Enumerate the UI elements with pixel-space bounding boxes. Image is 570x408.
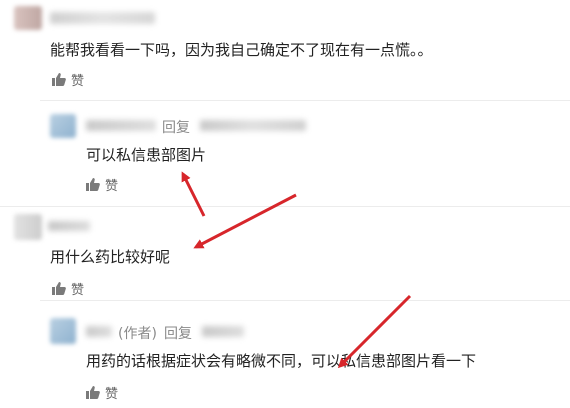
username-blurred[interactable]	[86, 120, 156, 131]
username-blurred[interactable]	[50, 12, 155, 24]
arrow-icon	[193, 193, 297, 249]
author-tag: (作者)	[118, 326, 157, 342]
comment-text: 能帮我看看一下吗，因为我自己确定不了现在有一点慌。。	[50, 41, 433, 59]
annotation-arrows	[181, 171, 412, 369]
username-blurred[interactable]	[86, 326, 112, 337]
like-button[interactable]: 赞	[52, 279, 84, 298]
thumbs-up-icon	[86, 386, 100, 399]
thumbs-up-icon	[86, 178, 100, 191]
divider	[0, 206, 570, 207]
like-button[interactable]: 赞	[86, 383, 118, 402]
reply-target-blurred[interactable]	[200, 120, 306, 131]
username-blurred[interactable]	[48, 221, 90, 231]
reply-target-blurred[interactable]	[202, 326, 244, 337]
divider	[40, 100, 570, 101]
like-label: 赞	[105, 387, 119, 402]
reply-button[interactable]: 回复	[162, 117, 190, 137]
comment-text: 可以私信患部图片	[86, 146, 207, 164]
arrow-icon	[181, 171, 206, 217]
like-button[interactable]: 赞	[86, 175, 118, 194]
avatar[interactable]	[14, 6, 42, 30]
avatar[interactable]	[14, 214, 42, 240]
divider	[40, 300, 570, 301]
thumbs-up-icon	[52, 282, 66, 295]
thumbs-up-icon	[52, 73, 66, 86]
avatar[interactable]	[50, 318, 76, 344]
like-button[interactable]: 赞	[52, 70, 84, 89]
avatar[interactable]	[50, 114, 76, 138]
comment-text: 用什么药比较好呢	[50, 248, 171, 266]
like-label: 赞	[71, 74, 85, 89]
like-label: 赞	[71, 283, 85, 298]
like-label: 赞	[105, 179, 119, 194]
reply-button[interactable]: 回复	[164, 323, 192, 343]
comment-text: 用药的话根据症状会有略微不同，可以私信患部图片看一下	[86, 352, 477, 370]
